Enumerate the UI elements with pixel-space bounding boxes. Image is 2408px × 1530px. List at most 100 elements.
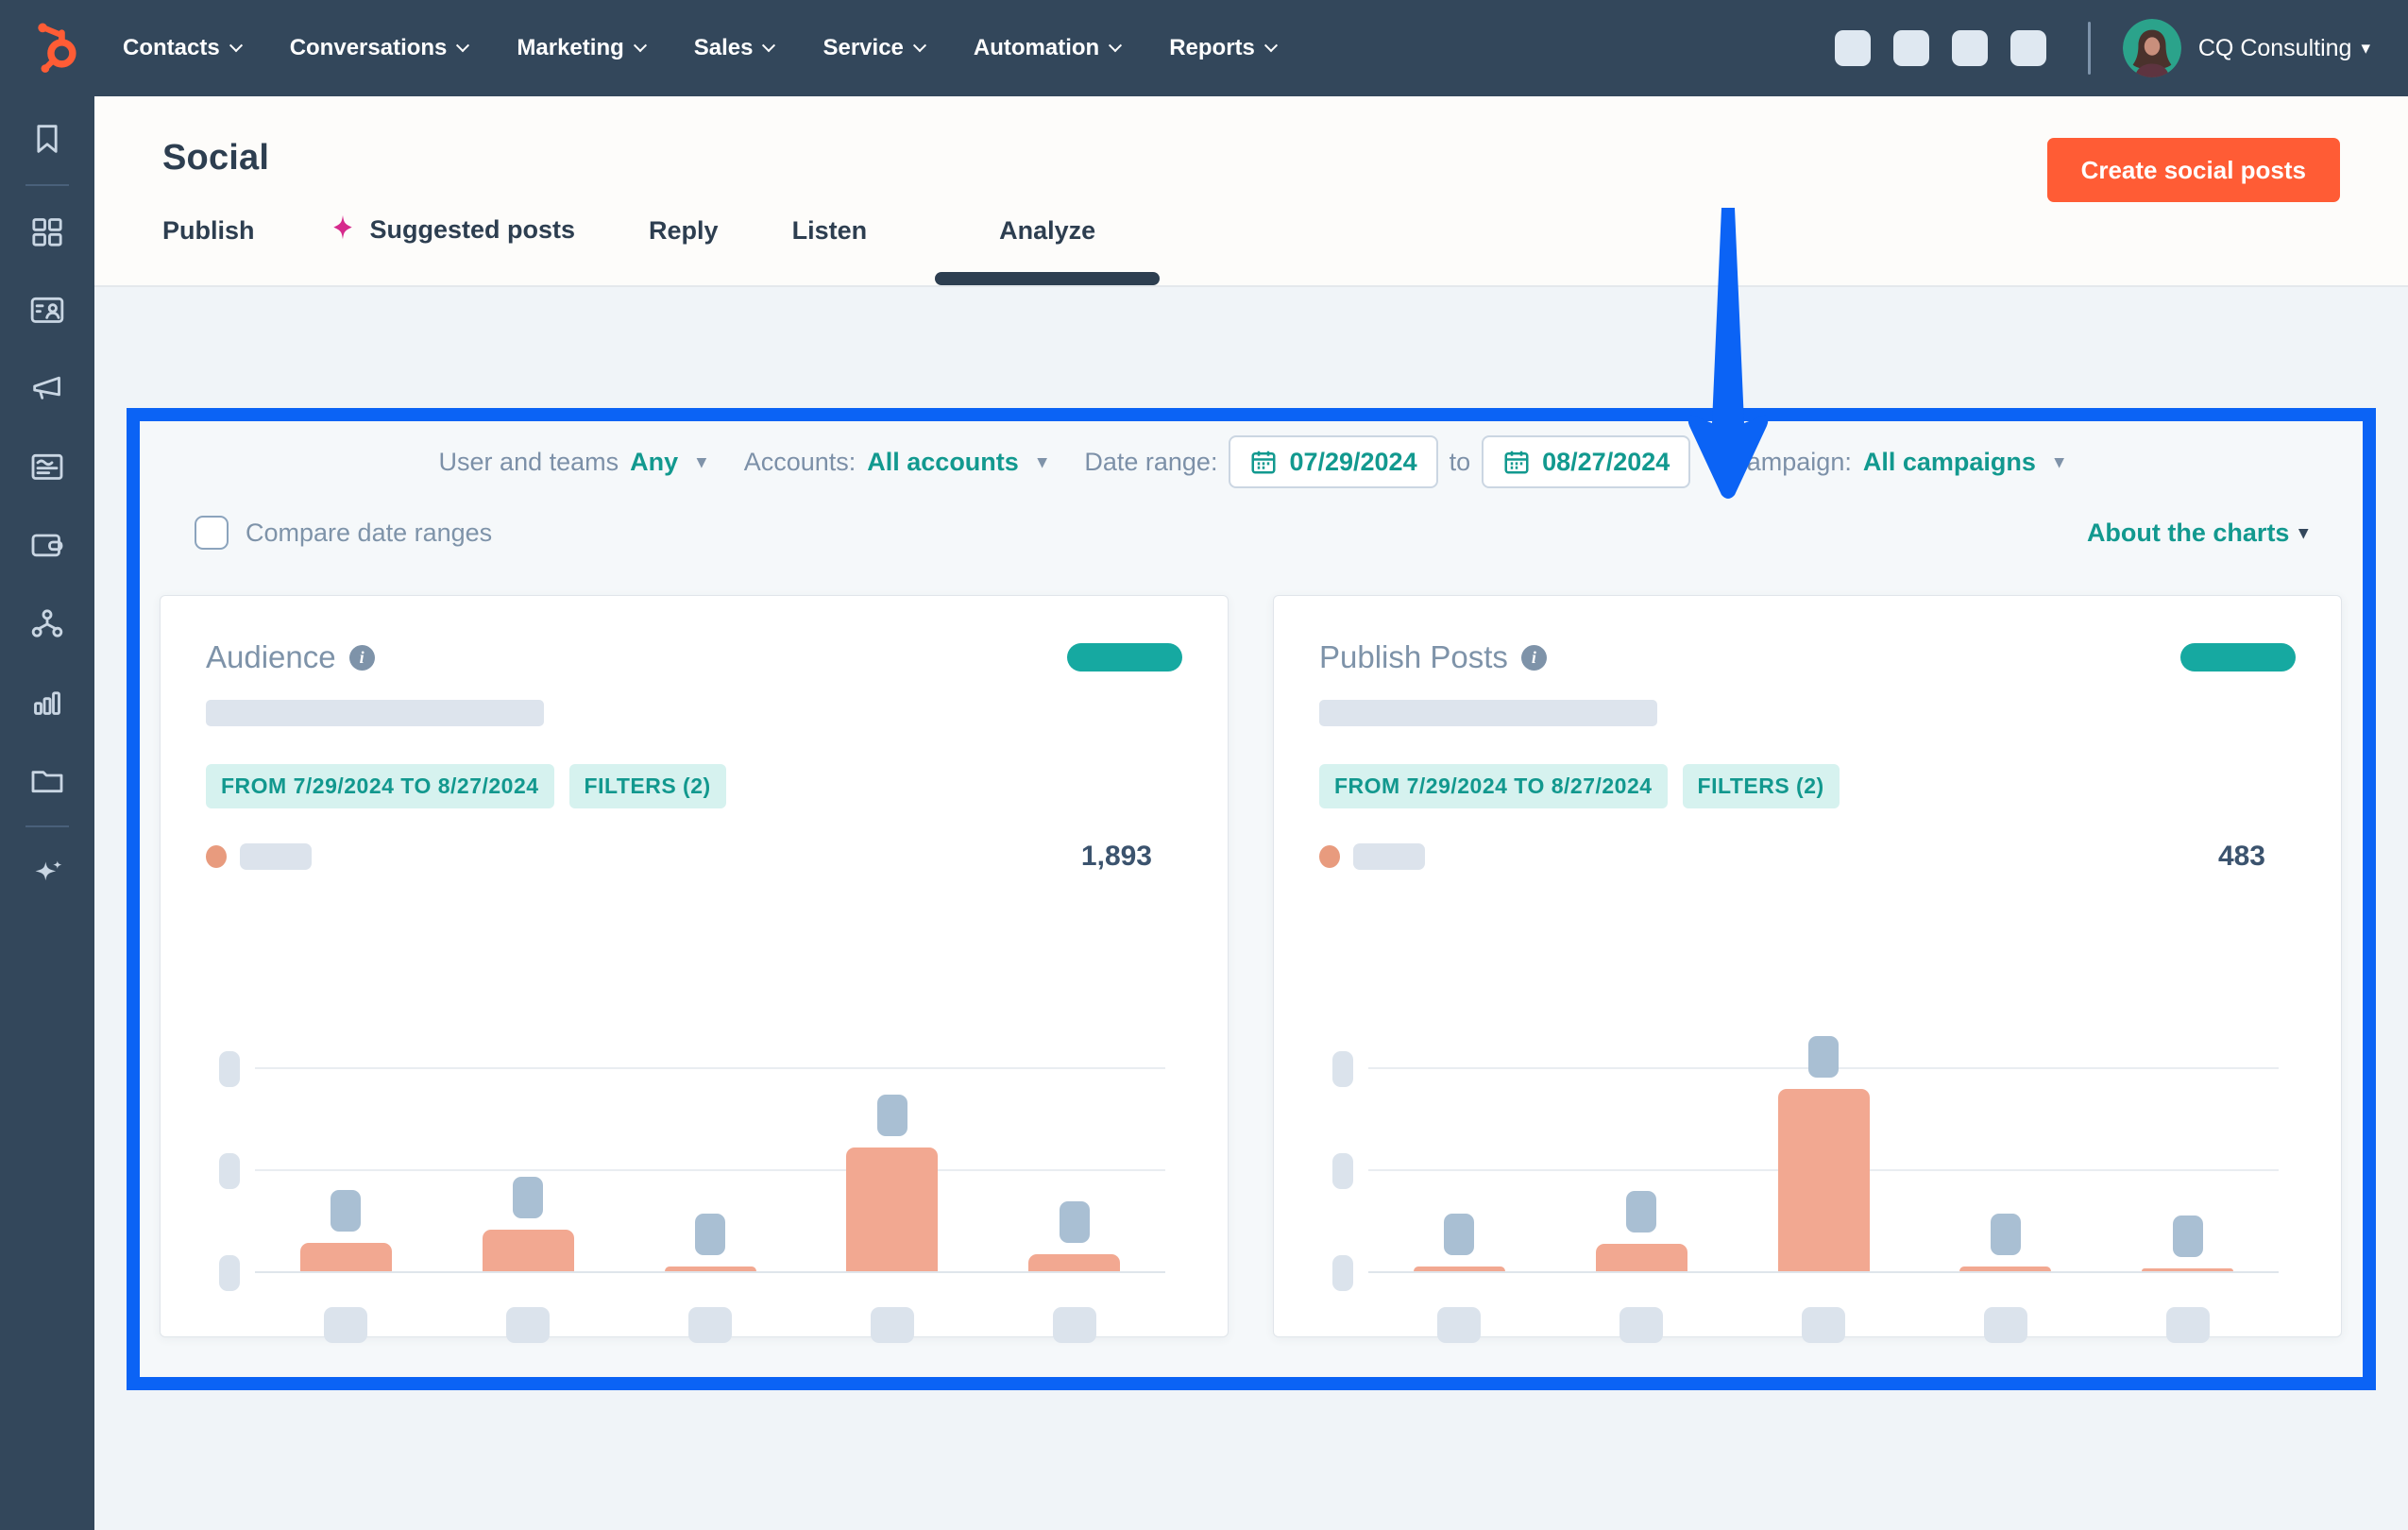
sitemap-icon[interactable]	[27, 604, 67, 643]
data-label-skeleton	[1991, 1214, 2021, 1255]
toggle-pill-skeleton[interactable]	[2180, 643, 2296, 672]
compare-date-ranges-checkbox[interactable]	[195, 516, 229, 550]
about-the-charts-link[interactable]: About the charts ▾	[2087, 518, 2308, 548]
nav-conversations[interactable]: Conversations	[290, 35, 468, 61]
nav-service[interactable]: Service	[822, 35, 924, 61]
audience-card: Audience i FROM 7/29/2024 TO 8/27/2024 F…	[160, 595, 1229, 1337]
user-teams-filter: User and teams Any▾	[439, 448, 706, 477]
nav-icon-placeholder[interactable]	[1893, 30, 1929, 66]
audience-bar-chart	[255, 1000, 1165, 1273]
info-icon[interactable]: i	[1521, 645, 1547, 671]
y-axis-tick-skeleton	[1332, 1153, 1353, 1189]
x-axis-label-skeleton	[1984, 1307, 2027, 1343]
gridline	[255, 1067, 1165, 1069]
legend-label-skeleton	[1353, 843, 1425, 870]
chevron-down-icon	[1109, 39, 1122, 52]
accounts-dropdown[interactable]: All accounts▾	[867, 448, 1046, 477]
sidebar-divider	[25, 184, 69, 186]
avatar[interactable]	[2123, 19, 2181, 77]
y-axis-tick-skeleton	[219, 1051, 240, 1087]
bar	[1414, 1266, 1505, 1271]
folder-icon[interactable]	[27, 760, 67, 800]
tab-suggested-posts[interactable]: Suggested posts	[329, 213, 576, 285]
contact-card-icon[interactable]	[27, 290, 67, 330]
annotation-highlight-box: User and teams Any▾ Accounts: All accoun…	[127, 408, 2376, 1390]
info-icon[interactable]: i	[349, 645, 375, 671]
tab-listen[interactable]: Listen	[792, 216, 868, 285]
legend-dot	[1319, 845, 1340, 868]
page-header: Social Create social posts Publish Sugge…	[94, 96, 2408, 287]
filters-badge: FILTERS (2)	[1683, 764, 1840, 808]
card-title: Audience i	[206, 639, 375, 675]
nav-icon-placeholder[interactable]	[1952, 30, 1988, 66]
bar	[665, 1266, 756, 1271]
ai-sparkle-icon[interactable]	[27, 853, 67, 892]
page-title: Social	[162, 138, 269, 178]
account-menu[interactable]: CQ Consulting	[2198, 35, 2352, 62]
grid-dashboard-icon[interactable]	[27, 212, 67, 251]
x-axis-label-skeleton	[1802, 1307, 1845, 1343]
data-label-skeleton	[1060, 1201, 1090, 1243]
nav-right-tools: CQ Consulting ▾	[1812, 19, 2370, 77]
bar	[846, 1148, 938, 1271]
chevron-down-icon: ▾	[1038, 453, 1047, 471]
subtitle-skeleton	[206, 700, 544, 726]
create-social-posts-button[interactable]: Create social posts	[2047, 138, 2340, 202]
bar	[1959, 1266, 2051, 1271]
toggle-pill-skeleton[interactable]	[1067, 643, 1182, 672]
date-from-input[interactable]: 07/29/2024	[1229, 435, 1437, 488]
nav-icon-placeholder[interactable]	[2010, 30, 2046, 66]
data-label-skeleton	[1808, 1036, 1839, 1078]
date-to-input[interactable]: 08/27/2024	[1482, 435, 1690, 488]
compare-date-ranges[interactable]: Compare date ranges	[195, 516, 492, 550]
top-navigation: Contacts Conversations Marketing Sales S…	[0, 0, 2408, 96]
user-teams-dropdown[interactable]: Any▾	[630, 448, 706, 477]
calendar-icon	[1249, 448, 1278, 476]
tab-analyze[interactable]: Analyze	[999, 216, 1095, 285]
bar-chart-icon[interactable]	[27, 682, 67, 722]
x-axis-baseline	[1368, 1271, 2279, 1273]
nav-automation[interactable]: Automation	[974, 35, 1120, 61]
nav-reports[interactable]: Reports	[1169, 35, 1276, 61]
tab-publish[interactable]: Publish	[162, 216, 255, 285]
chevron-down-icon: ▾	[697, 453, 706, 471]
x-axis-label-skeleton	[2166, 1307, 2210, 1343]
chevron-down-icon: ▾	[2055, 453, 2064, 471]
bar	[300, 1243, 392, 1271]
nav-contacts[interactable]: Contacts	[123, 35, 241, 61]
sidebar-divider	[25, 825, 69, 827]
nav-icon-placeholder[interactable]	[1835, 30, 1871, 66]
legend-dot	[206, 845, 227, 868]
card-title: Publish Posts i	[1319, 639, 1547, 675]
data-label-skeleton	[331, 1190, 361, 1232]
data-label-skeleton	[2173, 1216, 2203, 1257]
hubspot-logo-icon[interactable]	[32, 22, 81, 75]
x-axis-label-skeleton	[506, 1307, 550, 1343]
accounts-filter: Accounts: All accounts▾	[744, 448, 1047, 477]
data-label-skeleton	[1444, 1214, 1474, 1255]
publish-posts-bar-chart	[1368, 1000, 2279, 1273]
chevron-down-icon	[762, 39, 775, 52]
content-area: Social Create social posts Publish Sugge…	[94, 96, 2408, 1530]
nav-marketing[interactable]: Marketing	[517, 35, 644, 61]
tab-bar: Publish Suggested posts Reply Listen Ana…	[162, 213, 1169, 285]
chevron-down-icon	[456, 39, 469, 52]
data-label-skeleton	[877, 1095, 907, 1136]
megaphone-icon[interactable]	[27, 368, 67, 408]
tab-reply[interactable]: Reply	[649, 216, 719, 285]
bookmark-icon[interactable]	[27, 119, 67, 159]
newspaper-icon[interactable]	[27, 447, 67, 486]
chevron-down-icon	[634, 39, 647, 52]
filters-badge: FILTERS (2)	[569, 764, 726, 808]
bar	[2142, 1268, 2233, 1271]
charts-grid: Audience i FROM 7/29/2024 TO 8/27/2024 F…	[140, 595, 2363, 1337]
bar	[1028, 1254, 1120, 1271]
sidebar	[0, 96, 94, 1530]
campaign-dropdown[interactable]: All campaigns▾	[1863, 448, 2064, 477]
nav-sales[interactable]: Sales	[694, 35, 774, 61]
filter-badges: FROM 7/29/2024 TO 8/27/2024 FILTERS (2)	[1319, 764, 2296, 808]
y-axis-tick-skeleton	[219, 1255, 240, 1291]
wallet-icon[interactable]	[27, 525, 67, 565]
analyze-body: User and teams Any▾ Accounts: All accoun…	[94, 289, 2408, 1530]
page: Contacts Conversations Marketing Sales S…	[0, 0, 2408, 1530]
